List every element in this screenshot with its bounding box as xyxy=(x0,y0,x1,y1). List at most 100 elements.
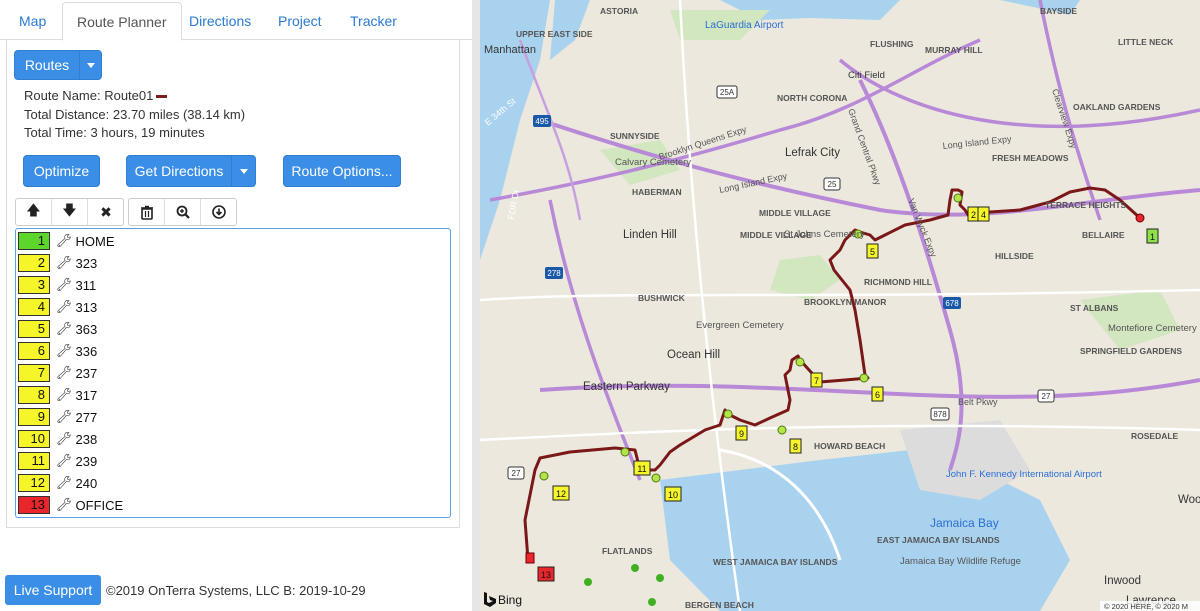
map-marker[interactable]: 8 xyxy=(789,438,802,454)
tab-project[interactable]: Project xyxy=(264,2,336,40)
stop-dot[interactable] xyxy=(953,193,963,203)
move-down-button[interactable]: 🡇 xyxy=(52,199,88,225)
cemetery-area xyxy=(1080,290,1180,350)
stop-label: 238 xyxy=(75,431,98,447)
list-item[interactable]: 10 🔧︎ 238 xyxy=(18,429,97,449)
map-marker[interactable]: 9 xyxy=(735,425,748,441)
map-label: LaGuardia Airport xyxy=(705,20,784,31)
map-label: Linden Hill xyxy=(623,229,677,241)
wrench-icon: 🔧︎ xyxy=(56,475,73,490)
map-marker[interactable]: 2 xyxy=(967,206,980,222)
map-label: BERGEN BEACH xyxy=(685,600,754,610)
stop-dot[interactable] xyxy=(651,473,661,483)
highway-shield: 278 xyxy=(545,267,563,279)
stop-dot[interactable] xyxy=(723,409,733,419)
list-item[interactable]: 7 🔧︎ 237 xyxy=(18,363,97,383)
routes-dropdown-toggle[interactable] xyxy=(79,50,102,80)
map-marker[interactable]: 5 xyxy=(866,243,879,259)
map-label: EAST JAMAICA BAY ISLANDS xyxy=(877,535,1000,545)
list-item[interactable]: 11 🔧︎ 239 xyxy=(18,451,97,471)
wrench-icon: 🔧︎ xyxy=(56,497,73,512)
map-label: Jamaica Bay xyxy=(930,516,999,530)
stop-number-badge: 8 xyxy=(18,386,50,404)
svg-text:7: 7 xyxy=(814,376,819,386)
stop-dot[interactable] xyxy=(859,373,869,383)
map-label: Evergreen Cemetery xyxy=(696,320,784,331)
list-item[interactable]: 6 🔧︎ 336 xyxy=(18,341,97,361)
map-label: Calvary Cemetery xyxy=(615,157,691,168)
map-marker[interactable]: 7 xyxy=(810,372,823,388)
stop-label: 239 xyxy=(75,453,98,469)
routes-button[interactable]: Routes xyxy=(14,50,80,80)
map-label: FDR Dr xyxy=(506,189,521,221)
map-marker[interactable]: 13 xyxy=(537,566,555,582)
list-item[interactable]: 12 🔧︎ 240 xyxy=(18,473,97,493)
highway-shield: 27 xyxy=(1037,389,1055,403)
remove-stop-button[interactable]: ✖ xyxy=(88,199,124,225)
map-label: UPPER EAST SIDE xyxy=(516,29,593,39)
stop-dot[interactable] xyxy=(620,447,630,457)
download-button[interactable] xyxy=(201,199,237,225)
map-marker[interactable]: 4 xyxy=(977,206,990,222)
map-canvas[interactable]: Manhattan UPPER EAST SIDE ASTORIA LaGuar… xyxy=(480,0,1200,611)
close-icon: ✖ xyxy=(100,203,112,220)
stop-number-badge: 2 xyxy=(18,254,50,272)
zoom-to-stop-button[interactable] xyxy=(165,199,201,225)
list-item[interactable]: 2 🔧︎ 323 xyxy=(18,253,97,273)
tab-map[interactable]: Map xyxy=(5,2,60,40)
map-marker[interactable]: 11 xyxy=(633,460,651,476)
trash-icon xyxy=(140,205,153,220)
panel-splitter[interactable] xyxy=(472,0,480,611)
stop-dot[interactable] xyxy=(795,357,805,367)
svg-text:495: 495 xyxy=(535,117,549,126)
wrench-icon: 🔧︎ xyxy=(56,277,73,292)
tab-tracker[interactable]: Tracker xyxy=(336,2,411,40)
live-support-button[interactable]: Live Support xyxy=(5,575,101,605)
list-item[interactable]: 9 🔧︎ 277 xyxy=(18,407,97,427)
poi-dot xyxy=(648,598,656,606)
get-directions-dropdown-toggle[interactable] xyxy=(231,155,256,187)
map-label: RICHMOND HILL xyxy=(864,277,932,287)
stop-label: 313 xyxy=(75,299,98,315)
svg-text:9: 9 xyxy=(739,429,744,439)
stop-label: 311 xyxy=(75,277,97,293)
map-label: Van Wyck Expy xyxy=(906,197,939,259)
stop-dot[interactable] xyxy=(539,471,549,481)
list-item[interactable]: 1 🔧︎ HOME xyxy=(18,231,115,251)
home-dot[interactable] xyxy=(1135,213,1145,223)
map-marker[interactable]: 10 xyxy=(664,486,682,502)
map-marker[interactable]: 12 xyxy=(552,485,570,501)
delete-button[interactable] xyxy=(129,199,165,225)
stop-number-badge: 12 xyxy=(18,474,50,492)
map-label: Ocean Hill xyxy=(667,349,720,361)
optimize-button[interactable]: Optimize xyxy=(23,155,100,187)
map-marker[interactable]: 6 xyxy=(871,386,884,402)
get-directions-button[interactable]: Get Directions xyxy=(126,155,232,187)
arrow-up-icon: 🡅 xyxy=(26,202,41,218)
office-dot[interactable] xyxy=(525,552,535,564)
map-label: Lefrak City xyxy=(785,147,840,159)
list-item[interactable]: 8 🔧︎ 317 xyxy=(18,385,97,405)
wrench-icon: 🔧︎ xyxy=(56,321,73,336)
list-item[interactable]: 4 🔧︎ 313 xyxy=(18,297,97,317)
list-item[interactable]: 3 🔧︎ 311 xyxy=(18,275,96,295)
map-label: Inwood xyxy=(1104,575,1141,587)
highway-shield: 678 xyxy=(943,297,961,309)
chevron-down-icon xyxy=(86,62,95,68)
svg-text:678: 678 xyxy=(945,299,959,308)
map-view[interactable]: Manhattan UPPER EAST SIDE ASTORIA LaGuar… xyxy=(480,0,1200,611)
grand-central-pkwy xyxy=(838,58,1200,129)
stop-number-badge: 10 xyxy=(18,430,50,448)
map-label: WEST JAMAICA BAY ISLANDS xyxy=(713,557,838,567)
route-options-button[interactable]: Route Options... xyxy=(283,155,401,187)
tab-route-planner[interactable]: Route Planner xyxy=(62,2,182,41)
tab-directions[interactable]: Directions xyxy=(175,2,265,40)
stop-label: 237 xyxy=(75,365,98,381)
wrench-icon: 🔧︎ xyxy=(56,365,73,380)
list-item[interactable]: 5 🔧︎ 363 xyxy=(18,319,97,339)
move-up-button[interactable]: 🡅 xyxy=(16,199,52,225)
stop-dot[interactable] xyxy=(777,425,787,435)
map-marker[interactable]: 1 xyxy=(1146,228,1159,244)
list-item[interactable]: 13 🔧︎ OFFICE xyxy=(18,495,123,515)
map-label: MURRAY HILL xyxy=(925,45,983,55)
